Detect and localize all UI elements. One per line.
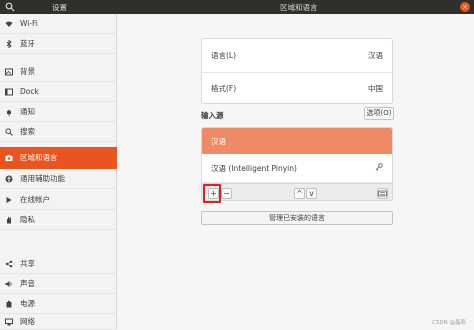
sidebar: Wi-Fi 蓝牙 背景 Dock 通知 搜索 区域和语言 通用辅助功能 在线帐户… [0, 14, 117, 330]
sidebar-item-wifi[interactable]: Wi-Fi [0, 14, 117, 34]
sidebar-item-accessibility[interactable]: 通用辅助功能 [0, 169, 117, 189]
remove-button[interactable]: − [221, 188, 232, 199]
wifi-icon [5, 20, 13, 28]
sidebar-item-label: 搜索 [20, 127, 35, 136]
network-icon [5, 318, 13, 326]
search-icon[interactable] [5, 2, 15, 12]
sidebar-item-background[interactable]: 背景 [0, 62, 117, 82]
key-icon[interactable] [375, 163, 383, 173]
sidebar-item-label: 通用辅助功能 [20, 174, 65, 183]
sidebar-item-notifications[interactable]: 通知 [0, 102, 117, 122]
sidebar-item-label: Wi-Fi [20, 19, 38, 28]
list-item[interactable]: 汉语 [202, 128, 392, 154]
sidebar-item-search[interactable]: 搜索 [0, 122, 117, 142]
camera-icon [5, 154, 13, 162]
language-value: 汉语 [368, 50, 383, 60]
sidebar-item-sound[interactable]: 声音 [0, 274, 117, 294]
sidebar-item-label: 区域和语言 [20, 153, 58, 162]
bell-icon [5, 108, 13, 116]
sidebar-item-online-accounts[interactable]: 在线帐户 [0, 190, 117, 210]
sidebar-item-label: 在线帐户 [20, 195, 50, 204]
language-row[interactable]: 语言(L) 汉语 [202, 39, 392, 71]
list-item[interactable]: 汉语 (Intelligent Pinyin) [202, 154, 392, 183]
input-source-label: 汉语 (Intelligent Pinyin) [211, 163, 297, 173]
sidebar-item-network[interactable]: 网络 [0, 314, 117, 330]
add-button-highlight [203, 184, 221, 203]
sidebar-item-sharing[interactable]: 共享 [0, 254, 117, 274]
sidebar-item-label: 电源 [20, 299, 35, 308]
formats-row[interactable]: 格式(F) 中国 [202, 72, 392, 104]
options-button[interactable]: 选项(O) [364, 107, 394, 120]
sidebar-item-label: Dock [20, 87, 39, 96]
sidebar-item-label: 蓝牙 [20, 39, 35, 48]
close-button[interactable]: × [460, 2, 470, 12]
sidebar-item-region-language[interactable]: 区域和语言 [0, 147, 117, 169]
sidebar-item-label: 声音 [20, 279, 35, 288]
settings-title: 设置 [52, 3, 67, 12]
sidebar-item-privacy[interactable]: 隐私 [0, 210, 117, 230]
input-sources-toolbar: + − ^ v [202, 183, 392, 200]
move-up-button[interactable]: ^ [294, 188, 305, 199]
sidebar-item-label: 背景 [20, 67, 35, 76]
formats-label: 格式(F) [211, 84, 237, 93]
bluetooth-icon [5, 39, 13, 48]
power-icon [5, 300, 13, 308]
sidebar-item-dock[interactable]: Dock [0, 82, 117, 102]
language-label: 语言(L) [211, 50, 237, 60]
dock-icon [5, 88, 13, 96]
main-panel: 语言(L) 汉语 格式(F) 中国 输入源 选项(O) 汉语 汉语 (Intel… [118, 14, 474, 330]
move-down-button[interactable]: v [306, 188, 317, 199]
input-sources-heading: 输入源 [201, 111, 224, 120]
input-sources-list: 汉语 汉语 (Intelligent Pinyin) + − ^ v [201, 127, 393, 201]
page-title: 区域和语言 [280, 3, 318, 12]
sound-icon [5, 280, 13, 288]
background-icon [5, 68, 13, 76]
sidebar-item-bluetooth[interactable]: 蓝牙 [0, 34, 117, 54]
search-icon [5, 127, 13, 136]
title-bar: 设置 区域和语言 × [0, 0, 474, 14]
sidebar-item-label: 通知 [20, 107, 35, 116]
formats-value: 中国 [368, 84, 383, 93]
sidebar-item-label: 共享 [20, 259, 35, 268]
accessibility-icon [5, 175, 13, 183]
share-icon [5, 260, 13, 268]
sidebar-item-power[interactable]: 电源 [0, 294, 117, 314]
sidebar-item-label: 隐私 [20, 215, 35, 224]
input-source-label: 汉语 [211, 136, 226, 146]
region-card: 语言(L) 汉语 格式(F) 中国 [201, 38, 393, 104]
sidebar-item-label: 网络 [20, 317, 35, 326]
manage-installed-languages-button[interactable]: 管理已安装的语言 [201, 211, 393, 225]
watermark: CSDN @晶彩 [432, 320, 466, 326]
keyboard-icon[interactable] [377, 188, 388, 199]
hand-icon [5, 216, 13, 224]
online-accounts-icon [5, 196, 13, 204]
